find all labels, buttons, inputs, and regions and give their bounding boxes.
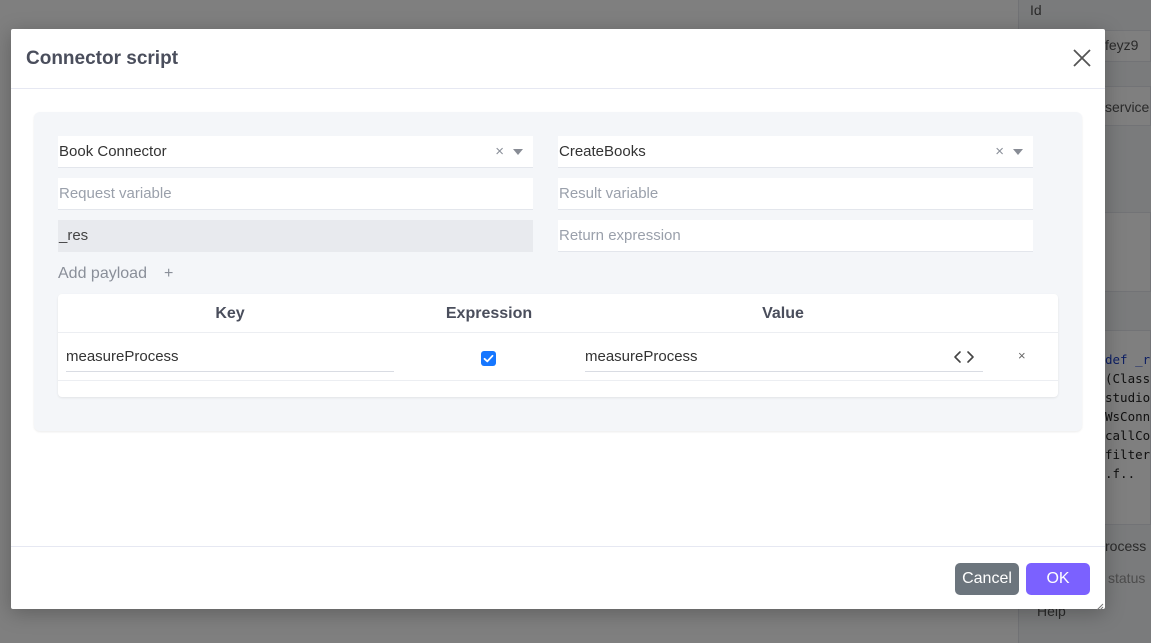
dialog-title: Connector script <box>26 48 179 69</box>
add-payload-button[interactable]: + <box>164 265 173 283</box>
column-header-expression: Expression <box>445 305 533 322</box>
result-variable-input[interactable]: Result variable <box>558 178 1033 210</box>
connector-form-card: Book Connector × CreateBooks × Request v… <box>34 112 1082 431</box>
dialog-footer: Cancel OK <box>11 546 1105 609</box>
table-row-divider <box>58 380 1058 381</box>
cancel-button[interactable]: Cancel <box>955 563 1019 595</box>
column-header-value: Value <box>762 305 804 322</box>
request-variable-input[interactable]: Request variable <box>58 178 533 210</box>
expression-checkbox[interactable] <box>481 351 496 366</box>
operation-clear-icon[interactable]: × <box>995 136 1004 168</box>
operation-select-value: CreateBooks <box>559 143 646 160</box>
return-expression-input[interactable]: Return expression <box>558 220 1033 252</box>
return-expression-placeholder: Return expression <box>559 227 681 244</box>
connector-script-dialog: Connector script Book Connector × Create… <box>11 29 1105 611</box>
ok-button[interactable]: OK <box>1026 563 1090 595</box>
payload-key-input[interactable]: measureProcess <box>66 346 394 372</box>
code-icon[interactable] <box>952 348 976 366</box>
request-variable-placeholder: Request variable <box>59 185 172 202</box>
connector-select-value: Book Connector <box>59 143 167 160</box>
resize-handle[interactable] <box>1094 598 1104 611</box>
connector-select[interactable]: Book Connector × <box>58 136 533 168</box>
chevron-down-icon[interactable] <box>513 149 523 155</box>
response-variable-field: _res <box>58 220 533 252</box>
result-variable-placeholder: Result variable <box>559 185 659 202</box>
payload-table: Key Expression Value measureProcess meas… <box>58 294 1058 397</box>
add-payload-label: Add payload <box>58 265 147 282</box>
dialog-header: Connector script <box>11 29 1105 89</box>
close-icon[interactable] <box>1071 47 1093 69</box>
response-variable-value: _res <box>59 227 89 244</box>
payload-value-input[interactable]: measureProcess <box>585 346 983 372</box>
column-header-key: Key <box>215 305 245 322</box>
connector-clear-icon[interactable]: × <box>495 136 504 168</box>
remove-row-button[interactable]: × <box>1018 348 1026 363</box>
operation-select[interactable]: CreateBooks × <box>558 136 1033 168</box>
chevron-down-icon[interactable] <box>1013 149 1023 155</box>
table-header-divider <box>58 332 1058 333</box>
